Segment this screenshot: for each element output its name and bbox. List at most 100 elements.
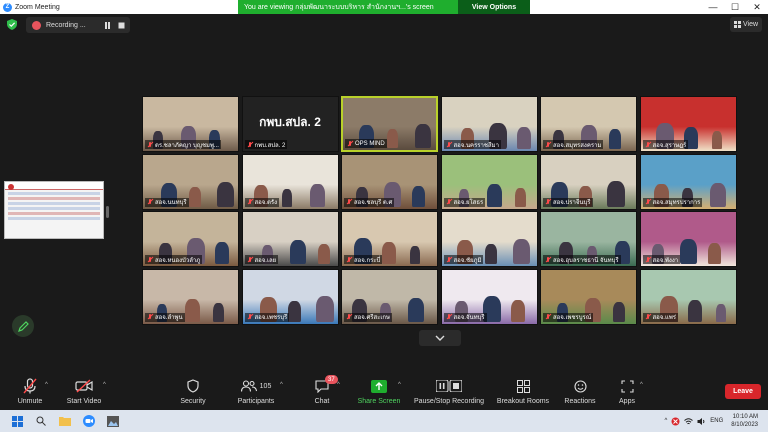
participant-name: สอจ.ชลบุรี ต.ศ [354,200,393,206]
next-page-button[interactable] [419,330,461,346]
participant-figure [215,242,229,264]
search-icon[interactable] [34,414,48,428]
shared-screen-thumbnail[interactable] [4,181,104,239]
smiley-icon [573,379,587,393]
video-tile[interactable]: สอจ.แพร่ [639,268,737,325]
video-tile[interactable]: สอจ.สมุทรสงคราม [540,96,637,152]
stop-recording-button[interactable] [116,20,126,30]
recording-controls-icon [436,377,462,395]
video-tile[interactable]: ดร.ชลาภัคญา บุญชมพู... [142,96,239,152]
participants-button[interactable]: 105 Participants [234,372,278,410]
muted-mic-icon [545,256,551,263]
close-button[interactable]: ✕ [746,0,768,14]
annotate-button[interactable] [12,315,34,337]
video-tile[interactable]: OPS MIND [341,96,438,152]
photos-app-icon[interactable] [106,414,120,428]
leave-button[interactable]: Leave [725,384,761,399]
participants-caret[interactable]: ^ [280,382,283,388]
video-tile[interactable]: สอจ.ปราจีนบุรี [540,153,637,210]
file-explorer-icon[interactable] [58,414,72,428]
thumbnail-logo [8,184,14,190]
participant-name-tag: สอจ.เพชรบูรณ์ [543,312,594,322]
breakout-rooms-label: Breakout Rooms [496,398,550,405]
resize-handle[interactable] [106,206,109,218]
audio-options-caret[interactable]: ^ [45,382,48,388]
pause-stop-recording-button[interactable]: Pause/Stop Recording [412,372,486,410]
participant-name: สอจ.เพชรบุรี [254,315,288,321]
windows-start-icon[interactable] [10,414,24,428]
muted-mic-icon [545,141,551,148]
participant-figure [514,187,526,207]
start-video-button[interactable]: Start Video [62,372,106,410]
zoom-app-icon[interactable] [82,414,96,428]
chat-caret[interactable]: ^ [337,382,340,388]
video-tile[interactable]: สอจ.ชลบุรี ต.ศ [341,153,438,210]
participant-figure [679,239,697,264]
video-tile[interactable]: สอจ.ตรัง [241,153,339,210]
video-tile[interactable]: สอจ.อุบลราชธานี จันทบุรี [540,211,637,267]
participant-name: สอจ.เลย [254,257,277,264]
recording-label: Recording ... [46,21,86,29]
language-indicator[interactable]: ENG [710,418,723,424]
muted-mic-icon [446,314,452,320]
minimize-button[interactable]: — [702,0,724,14]
network-status-icon[interactable] [671,417,680,426]
video-tile[interactable]: สอจ.ลำพูน [142,268,239,325]
apps-button[interactable]: Apps [614,372,640,410]
maximize-button[interactable]: ☐ [724,0,746,14]
participant-name: กพบ.สปล. 2 [254,142,286,149]
participant-name-tag: สอจ.เลย [244,255,279,264]
system-tray: ^ ENG 10:10 AM 8/10/2023 [664,410,768,432]
volume-icon[interactable] [697,417,706,426]
video-tile[interactable]: สอจ.นนทบุรี [142,153,239,210]
view-options-button[interactable]: View Options [458,0,530,14]
share-screen-button[interactable]: Share Screen [356,372,402,410]
participant-name: ดร.ชลาภัคญา บุญชมพู... [155,142,219,149]
recording-cloud-icon [32,20,41,30]
unmute-button[interactable]: Unmute [12,372,48,410]
video-tile[interactable]: สอจ.ศรีสะเกษ [341,268,438,325]
share-caret[interactable]: ^ [398,382,401,388]
thumbnail-header [5,182,103,190]
apps-icon-wrap [620,377,634,395]
video-tile[interactable]: กพบ.สปล. 2 กพบ.สปล. 2 [241,96,339,152]
video-tile[interactable]: สอจ.ยโสธร [440,153,538,210]
participant-figure [408,297,424,322]
reactions-button[interactable]: Reactions [562,372,598,410]
pause-recording-button[interactable] [102,20,112,30]
chat-badge: 37 [325,375,338,384]
security-button[interactable]: Security [176,372,210,410]
participant-name: สอจ.อุบลราชธานี จันทบุรี [553,257,619,264]
breakout-rooms-button[interactable]: Breakout Rooms [496,372,550,410]
video-tile[interactable]: สอจ.นครราชสีมา [440,96,538,152]
breakout-rooms-icon [516,379,530,393]
chat-button[interactable]: 37 Chat [308,372,338,410]
taskbar-clock[interactable]: 10:10 AM 8/10/2023 [731,413,758,429]
video-tile[interactable]: สอจ.พังงา [639,211,737,267]
participant-name-tag: OPS MIND [345,139,387,148]
video-tile[interactable]: สอจ.จันทบุรี [440,268,538,325]
participant-name-tag: กพบ.สปล. 2 [244,140,288,149]
video-tile[interactable]: สอจ.หนองบัวลำภู [142,211,239,267]
video-options-caret[interactable]: ^ [103,382,106,388]
video-tile[interactable]: สอจ.เพชรบุรี [241,268,339,325]
shield-icon[interactable] [7,19,17,30]
view-button-label: View [742,21,759,28]
video-tile[interactable]: สอจ.ชัยภูมิ [440,211,538,267]
tray-chevron-icon[interactable]: ^ [664,418,667,424]
video-tile[interactable]: สอจ.กระบี่ [341,211,438,267]
muted-mic-icon [147,199,153,205]
video-tile[interactable]: สอจ.เพชรบูรณ์ [540,268,637,325]
muted-mic-icon [446,141,452,148]
video-tile[interactable]: สอจ.สมุทรปราการ [639,153,737,210]
participant-name: สอจ.ลำพูน [155,315,183,321]
wifi-icon[interactable] [684,417,694,426]
video-tile[interactable]: สอจ.เลย [241,211,339,267]
participant-figure [217,181,234,207]
reactions-icon-wrap [573,377,587,395]
video-tile[interactable]: สอจ.สุราษฎร์ [639,96,737,152]
view-button[interactable]: View [730,17,762,32]
participant-figure [613,301,625,322]
participant-name: สอจ.ชัยภูมิ [453,257,482,264]
apps-caret[interactable]: ^ [640,382,643,388]
